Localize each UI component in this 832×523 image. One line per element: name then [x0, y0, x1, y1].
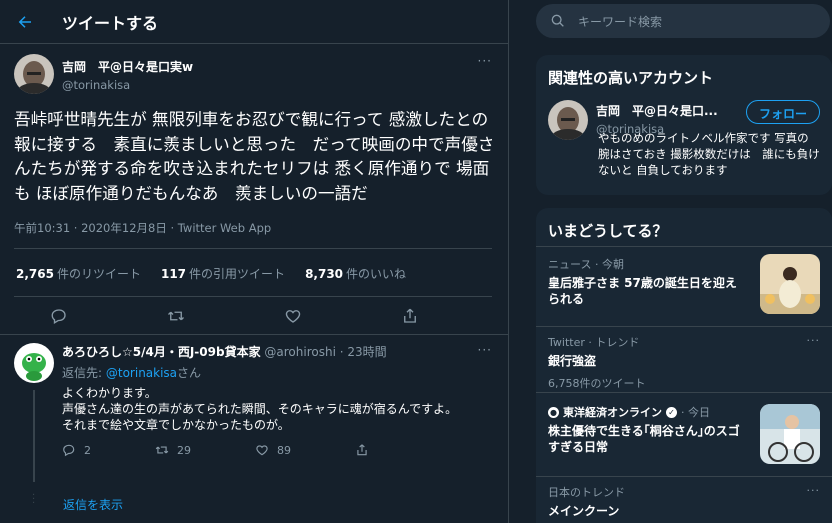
reply-icon[interactable] — [50, 307, 68, 325]
reply-to-link[interactable]: @torinakisa — [106, 366, 177, 380]
trends-panel: いまどうしてる？ ニュース · 今朝 皇后雅子さま 57歳の誕生日を迎えられる … — [536, 208, 832, 523]
verified-icon: ✓ — [666, 406, 677, 418]
trend-thumbnail — [760, 404, 820, 464]
reply-reply-button[interactable]: 2 — [62, 443, 91, 457]
tweet-actions — [0, 297, 508, 335]
search-box[interactable]: キーワード検索 — [536, 4, 830, 38]
retweet-icon[interactable] — [167, 307, 185, 325]
reply-text: よくわかります。 声優さん達の生の声があてられた瞬間、そのキャラに魂が宿るんです… — [62, 386, 458, 432]
reply-avatar[interactable] — [14, 343, 54, 383]
search-icon — [551, 14, 564, 27]
main-tweet: 吉岡 平@日々是口実w @torinakisa ··· 吾峠呼世晴先生が 無限列… — [0, 44, 508, 335]
trend-photo-image — [760, 404, 820, 464]
trend-item[interactable]: ニュース · 今朝 皇后雅子さま 57歳の誕生日を迎えられる — [548, 254, 820, 314]
reply-icon — [63, 444, 75, 457]
related-avatar-image — [548, 100, 588, 140]
related-avatar[interactable] — [548, 100, 588, 140]
tweet-text: 吾峠呼世晴先生が 無限列車をお忍びで観に行って 感激したとの報に接する 素直に羨… — [14, 110, 495, 203]
like-stat[interactable]: 8,730 件のいいね — [305, 265, 406, 282]
author-handle[interactable]: @torinakisa — [62, 78, 478, 92]
trend-item[interactable]: Twitter · トレンド 銀行強盗 6,758件のツイート ··· — [548, 334, 820, 391]
trend-meta: Twitter · トレンド — [548, 336, 640, 349]
trend-more-icon[interactable]: ··· — [807, 484, 821, 497]
show-replies-link[interactable]: 返信を表示 — [63, 496, 123, 513]
trend-name: 皇后雅子さま 57歳の誕生日を迎えられる — [548, 276, 737, 306]
arrow-left-icon — [18, 15, 31, 28]
trend-name: 銀行強盗 — [548, 354, 597, 368]
like-icon[interactable] — [284, 307, 302, 325]
follow-button[interactable]: フォロー — [745, 100, 820, 124]
tweet-timestamp[interactable]: 午前10:31 · 2020年12月8日 · Twitter Web App — [14, 220, 492, 236]
share-icon — [357, 444, 367, 456]
trend-name: メインクーン — [548, 504, 620, 518]
like-icon — [256, 445, 268, 456]
reply-avatar-image — [14, 343, 54, 383]
trends-title: いまどうしてる？ — [548, 222, 668, 240]
search-input[interactable]: キーワード検索 — [578, 13, 662, 30]
back-button[interactable] — [0, 13, 50, 31]
thread-dots: · · · — [32, 490, 36, 509]
reply-to: 返信先: @torinakisaさん — [62, 366, 202, 380]
trend-more-icon[interactable]: ··· — [807, 334, 821, 347]
share-icon[interactable] — [401, 307, 419, 325]
author-avatar[interactable] — [14, 54, 54, 94]
author-avatar-image — [14, 54, 54, 94]
news-source-logo-icon: ● — [548, 406, 559, 418]
reply-author-name[interactable]: あろひろし☆5/4月・西J-09b貸本家 — [62, 345, 261, 359]
trend-thumbnail — [760, 254, 820, 314]
related-title: 関連性の高いアカウント — [548, 69, 714, 87]
reply-tweet[interactable]: あろひろし☆5/4月・西J-09b貸本家 @arohiroshi · 23時間 … — [0, 335, 508, 482]
reply-time[interactable]: · 23時間 — [340, 345, 387, 359]
reply-author-handle[interactable]: @arohiroshi — [264, 345, 336, 359]
related-accounts-panel: 関連性の高いアカウント 吉岡 平@日々是口... @torinakisa フォロ… — [536, 55, 832, 195]
tweet-stats: 2,765 件のリツイート 117 件の引用ツイート 8,730 件のいいね — [14, 249, 492, 297]
reply-more-icon[interactable]: ··· — [478, 343, 492, 357]
retweet-icon — [155, 446, 169, 454]
reply-actions: 2 29 89 — [62, 443, 492, 457]
quote-stat[interactable]: 117 件の引用ツイート — [161, 265, 285, 282]
trend-count: 6,758件のツイート — [548, 377, 646, 390]
thread-line — [33, 390, 35, 482]
trend-photo-image — [760, 254, 820, 314]
trend-name: 株主優待で生きる｢桐谷さん｣のスゴすぎる日常 — [548, 424, 740, 454]
reply-like-button[interactable]: 89 — [255, 443, 291, 457]
main-column: ツイートする 吉岡 平@日々是口実w @torinakisa ··· 吾峠呼世晴… — [0, 0, 509, 523]
page-header: ツイートする — [0, 0, 508, 44]
related-name[interactable]: 吉岡 平@日々是口... — [596, 102, 746, 119]
trend-item[interactable]: 日本のトレンド メインクーン ··· — [548, 484, 820, 519]
tweet-more-icon[interactable]: ··· — [478, 54, 492, 68]
retweet-stat[interactable]: 2,765 件のリツイート — [16, 265, 141, 282]
trend-meta: 日本のトレンド — [548, 486, 625, 499]
reply-retweet-button[interactable]: 29 — [155, 443, 191, 457]
reply-share-button[interactable] — [355, 443, 369, 457]
trend-item[interactable]: ● 東洋経済オンライン ✓ · 今日 株主優待で生きる｢桐谷さん｣のスゴすぎる日… — [548, 404, 820, 464]
author-name[interactable]: 吉岡 平@日々是口実w — [62, 58, 478, 75]
page-title: ツイートする — [62, 13, 159, 33]
related-bio: やものめのライトノベル作家です 写真の腕はさておき 撮影枚数だけは 誰にも負けな… — [598, 131, 820, 177]
